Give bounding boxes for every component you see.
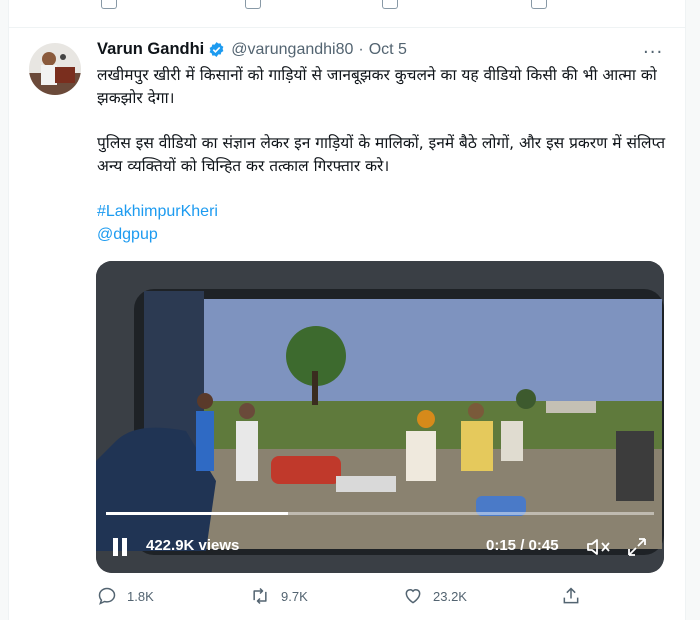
like-button[interactable]: 23.2K [403, 586, 467, 606]
video-time: 0:15 / 0:45 [486, 537, 559, 554]
video-views: 422.9K views [146, 537, 240, 554]
avatar[interactable] [29, 43, 81, 95]
previous-retweet-icon[interactable] [245, 0, 261, 9]
video-progress-fill [106, 512, 289, 515]
author-handle[interactable]: @varungandhi80 [231, 41, 353, 59]
share-button[interactable] [561, 586, 591, 606]
like-count: 23.2K [433, 588, 467, 604]
volume-muted-icon[interactable] [586, 536, 612, 558]
reply-icon [98, 587, 116, 605]
previous-tweet-actions [9, 0, 685, 28]
retweet-button[interactable]: 9.7K [249, 586, 308, 606]
tweet-text: लखीमपुर खीरी में किसानों को गाड़ियों से … [97, 64, 667, 246]
reply-button[interactable]: 1.8K [97, 586, 154, 606]
tweet-paragraph-1: लखीमपुर खीरी में किसानों को गाड़ियों से … [97, 66, 657, 107]
separator-dot: · [358, 40, 364, 58]
avatar-image [29, 43, 81, 95]
tweet-paragraph-2: पुलिस इस वीडियो का संज्ञान लेकर इन गाड़ि… [97, 134, 666, 175]
author-name[interactable]: Varun Gandhi [97, 40, 204, 59]
more-icon[interactable]: ··· [643, 42, 663, 63]
tweet-card: Varun Gandhi @varungandhi80 · Oct 5 ··· … [8, 0, 686, 620]
video-player[interactable]: 422.9K views 0:15 / 0:45 [96, 261, 664, 573]
reply-count: 1.8K [127, 588, 154, 604]
mention-link[interactable]: @dgpup [97, 226, 158, 243]
retweet-count: 9.7K [281, 588, 308, 604]
share-icon [563, 587, 579, 604]
retweet-icon [253, 587, 267, 605]
tweet-actions: 1.8K 9.7K 23.2K [97, 586, 597, 612]
video-frame [96, 261, 664, 573]
tweet-header: Varun Gandhi @varungandhi80 · Oct 5 [97, 40, 407, 59]
hashtag-link[interactable]: #LakhimpurKheri [97, 203, 218, 220]
pause-icon[interactable] [112, 538, 128, 556]
tweet-date[interactable]: Oct 5 [369, 41, 407, 59]
previous-share-icon[interactable] [531, 0, 547, 9]
fullscreen-icon[interactable] [625, 535, 649, 559]
verified-icon [209, 42, 224, 57]
previous-like-icon[interactable] [382, 0, 398, 9]
video-progress-bar[interactable] [106, 512, 654, 515]
previous-reply-icon[interactable] [101, 0, 117, 9]
like-icon [405, 589, 421, 604]
